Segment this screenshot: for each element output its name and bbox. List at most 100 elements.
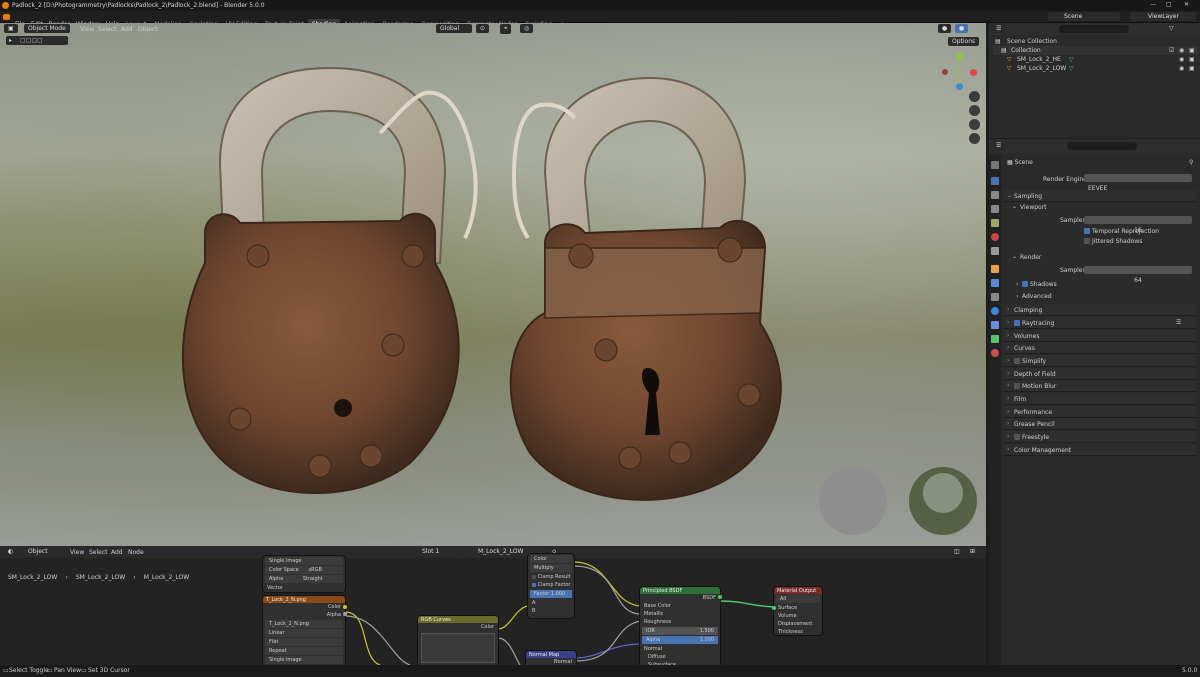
overlay-toggle-icon[interactable]: ◫: [950, 547, 964, 556]
tab-material-icon[interactable]: [991, 349, 999, 357]
window-title: Padlock_2 [D:\Photogrammetry\Padlocks\Pa…: [12, 2, 265, 9]
shader-menu-select[interactable]: Select: [89, 549, 108, 556]
tab-modifier-icon[interactable]: [991, 279, 999, 287]
principled-bsdf-node[interactable]: Principled BSDF BSDF Base Color Metallic…: [640, 587, 722, 676]
properties-search-input[interactable]: [1067, 142, 1137, 150]
panel-film[interactable]: › Film: [1004, 393, 1196, 405]
rgb-curves-node[interactable]: RGB Curves Color: [418, 616, 498, 668]
tab-scene-icon[interactable]: [991, 219, 999, 227]
outliner-row-scene-collection[interactable]: ▤ Scene Collection: [993, 37, 1198, 46]
tab-constraints-icon[interactable]: [991, 321, 999, 329]
outliner-row-sm-lock-he[interactable]: ▽ SM_Lock_2_HE ▽ ◉ ▣: [993, 55, 1198, 64]
node-canvas[interactable]: SM_Lock_2_LOW › SM_Lock_2_LOW › M_Lock_2…: [0, 554, 986, 676]
close-button[interactable]: ✕: [1184, 1, 1189, 8]
eye-icon[interactable]: ◉: [1179, 47, 1184, 54]
outliner-search-input[interactable]: [1059, 25, 1129, 33]
camera-icon[interactable]: ▣: [1189, 65, 1195, 72]
node-header[interactable]: Material Output: [774, 587, 822, 594]
camera-icon[interactable]: ▣: [1189, 47, 1195, 54]
tab-data-icon[interactable]: [991, 335, 999, 343]
image-file-field[interactable]: T_Lock_2_N.png: [265, 620, 343, 628]
image-texture-node-top[interactable]: Single Image Color Space sRGB Alpha Stra…: [263, 556, 345, 592]
pin-icon[interactable]: ⚲: [1189, 159, 1193, 166]
snap-toggle-icon[interactable]: ⊞: [966, 547, 980, 556]
shadows-label[interactable]: Shadows: [1030, 281, 1057, 288]
node-header[interactable]: T_Lock_2_N.png: [263, 596, 345, 603]
curve-widget[interactable]: [421, 633, 495, 663]
panel-depth-of-field[interactable]: › Depth of Field: [1004, 368, 1196, 380]
node-header[interactable]: Normal Map: [526, 651, 576, 658]
outliner-row-sm-lock-low[interactable]: ▽ SM_Lock_2_LOW ▽ ◉ ▣: [993, 64, 1198, 73]
tab-particles-icon[interactable]: [991, 293, 999, 301]
filter-icon[interactable]: ▽: [1169, 25, 1174, 32]
chevron-right-icon: ›: [1007, 370, 1010, 377]
chevron-down-icon: ⌄: [1012, 253, 1018, 260]
viewlayer-selector[interactable]: ViewLayer: [1130, 12, 1196, 21]
temporal-reprojection-checkbox[interactable]: [1084, 228, 1090, 234]
slot-dropdown[interactable]: Slot 1: [418, 547, 454, 556]
node-header[interactable]: RGB Curves: [418, 616, 498, 623]
panel-color-management[interactable]: › Color Management: [1004, 444, 1196, 456]
properties-editor-type-button[interactable]: ☰: [992, 141, 1006, 150]
shader-menu-add[interactable]: Add: [111, 549, 123, 556]
preset-icon[interactable]: ☰: [1176, 319, 1181, 326]
tab-render-icon[interactable]: [991, 177, 999, 185]
shader-menu-node[interactable]: Node: [128, 549, 144, 556]
panel-simplify[interactable]: › Simplify: [1004, 355, 1196, 367]
shadows-checkbox[interactable]: [1022, 281, 1028, 287]
panel-freestyle[interactable]: › Freestyle: [1004, 431, 1196, 443]
maximize-button[interactable]: □: [1166, 1, 1172, 8]
mesh-data-icon: ▽: [1069, 56, 1074, 63]
jittered-shadows-checkbox[interactable]: [1084, 238, 1090, 244]
simplify-checkbox[interactable]: [1014, 358, 1020, 364]
panel-motion-blur[interactable]: › Motion Blur: [1004, 380, 1196, 392]
viewport-samples-field[interactable]: 16: [1084, 216, 1192, 234]
tab-output-icon[interactable]: [991, 191, 999, 199]
scene-selector[interactable]: Scene: [1048, 12, 1120, 21]
panel-grease-pencil[interactable]: › Grease Pencil: [1004, 418, 1196, 430]
chevron-right-icon: ›: [1007, 332, 1010, 339]
chevron-right-icon: ›: [1007, 433, 1010, 440]
tab-physics-icon[interactable]: [991, 307, 999, 315]
shader-object-dropdown[interactable]: Object: [24, 547, 64, 556]
top-menu-bar: FileEditRenderWindowHelp LayoutModelingS…: [0, 11, 1200, 30]
outliner-row-collection[interactable]: ▤ Collection ☑ ◉ ▣: [993, 46, 1198, 55]
freestyle-checkbox[interactable]: [1014, 434, 1020, 440]
panel-performance[interactable]: › Performance: [1004, 406, 1196, 418]
properties-tabs: [989, 155, 1001, 665]
panel-clamping[interactable]: › Clamping: [1004, 304, 1196, 316]
outliner-editor-type-button[interactable]: ☰: [992, 24, 1006, 33]
camera-icon[interactable]: ▣: [1189, 56, 1195, 63]
advanced-label[interactable]: Advanced: [1022, 293, 1052, 300]
image-texture-node-normal[interactable]: T_Lock_2_N.png Color Alpha T_Lock_2_N.pn…: [263, 596, 347, 668]
panel-raytracing[interactable]: › Raytracing ☰: [1004, 317, 1196, 329]
eye-icon[interactable]: ◉: [1179, 65, 1184, 72]
subpanel-viewport[interactable]: Viewport: [1020, 204, 1047, 211]
chevron-right-icon: ›: [1007, 446, 1010, 453]
tab-collection-icon[interactable]: [991, 247, 999, 255]
checkbox-icon[interactable]: ☑: [1169, 47, 1174, 54]
tab-tool-icon[interactable]: [991, 161, 999, 169]
tab-view-layer-icon[interactable]: [991, 205, 999, 213]
shader-editor-type-button[interactable]: ◐: [4, 547, 18, 556]
tab-object-icon[interactable]: [991, 265, 999, 273]
padlock-models[interactable]: [0, 23, 986, 546]
subpanel-render[interactable]: Render: [1020, 254, 1041, 261]
raytracing-checkbox[interactable]: [1014, 320, 1020, 326]
3d-viewport[interactable]: ▣ Object Mode View Select Add Object Glo…: [0, 23, 986, 546]
panel-curves[interactable]: › Curves: [1004, 342, 1196, 354]
shader-menu-view[interactable]: View: [70, 549, 84, 556]
panel-volumes[interactable]: › Volumes: [1004, 330, 1196, 342]
render-samples-field[interactable]: 64: [1084, 266, 1192, 284]
render-engine-dropdown[interactable]: EEVEE: [1084, 174, 1192, 192]
minimize-button[interactable]: —: [1150, 1, 1156, 8]
collection-icon: ▤: [995, 38, 1001, 45]
material-output-node[interactable]: Material Output All Surface Volume Displ…: [772, 587, 822, 635]
eye-icon[interactable]: ◉: [1179, 56, 1184, 63]
tab-world-icon[interactable]: [991, 233, 999, 241]
blender-menu-icon[interactable]: [3, 14, 10, 20]
mix-color-node[interactable]: Color Multiply Clamp Result Clamp Factor…: [528, 554, 574, 618]
motion-blur-checkbox[interactable]: [1014, 383, 1020, 389]
node-header[interactable]: Principled BSDF: [640, 587, 720, 594]
panel-sampling[interactable]: ⌄ Sampling: [1004, 190, 1196, 202]
